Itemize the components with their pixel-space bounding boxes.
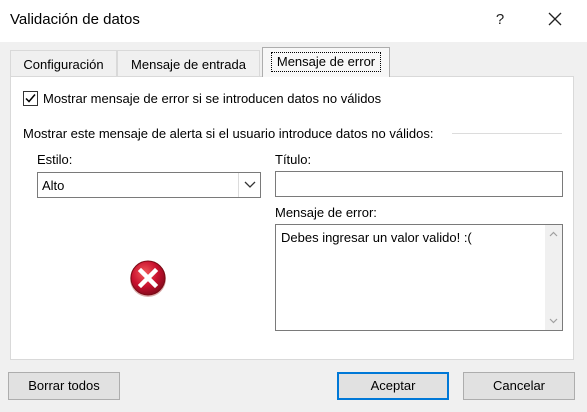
dialog-title: Validación de datos: [10, 11, 140, 28]
title-input[interactable]: [275, 171, 563, 197]
tab-label: Mensaje de error: [270, 52, 382, 72]
style-label: Estilo:: [37, 152, 73, 167]
error-stop-icon: [130, 260, 166, 297]
style-selected-value: Alto: [42, 178, 65, 193]
style-dropdown-button[interactable]: [238, 173, 260, 197]
cancel-button[interactable]: Cancelar: [463, 372, 575, 400]
scroll-down-icon[interactable]: [549, 318, 558, 324]
clear-all-button[interactable]: Borrar todos: [8, 372, 120, 400]
clear-all-button-label: Borrar todos: [28, 378, 100, 393]
accept-button-label: Aceptar: [370, 378, 416, 393]
checkmark-icon: [25, 94, 36, 103]
chevron-down-icon: [244, 181, 256, 188]
error-message-text: Debes ingresar un valor valido! :(: [281, 230, 472, 245]
error-message-label: Mensaje de error:: [275, 205, 377, 220]
title-bar: Validación de datos ?: [0, 0, 587, 42]
show-error-checkbox-label: Mostrar mensaje de error si se introduce…: [43, 91, 382, 106]
close-button[interactable]: [540, 6, 570, 34]
tab-configuracion[interactable]: Configuración: [10, 50, 117, 77]
accept-button[interactable]: Aceptar: [337, 372, 449, 400]
error-message-textarea[interactable]: Debes ingresar un valor valido! :(: [275, 224, 563, 331]
scroll-up-icon[interactable]: [549, 231, 558, 237]
close-icon: [548, 12, 562, 26]
title-field-label: Título:: [275, 152, 312, 167]
cancel-button-label: Cancelar: [492, 378, 546, 393]
show-error-checkbox[interactable]: [23, 91, 38, 106]
section-divider: [452, 133, 562, 134]
tab-mensaje-error[interactable]: Mensaje de error: [262, 47, 390, 77]
tab-mensaje-entrada[interactable]: Mensaje de entrada: [117, 50, 260, 77]
textarea-scrollbar[interactable]: [545, 225, 562, 330]
tab-label: Mensaje de entrada: [131, 57, 246, 72]
help-button[interactable]: ?: [488, 8, 512, 32]
style-dropdown[interactable]: Alto: [37, 172, 261, 198]
data-validation-dialog: Validación de datos ? Configuración Mens…: [0, 0, 587, 412]
tab-label: Configuración: [23, 57, 104, 72]
alert-section-label: Mostrar este mensaje de alerta si el usu…: [23, 126, 434, 141]
